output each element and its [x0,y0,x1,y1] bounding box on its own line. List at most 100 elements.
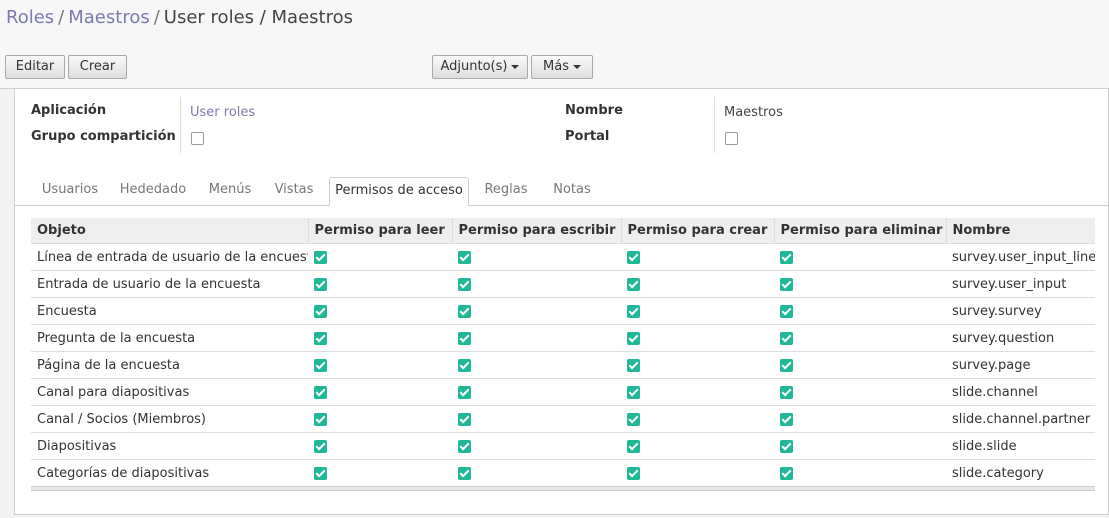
table-row[interactable]: Pregunta de la encuesta survey.question [31,324,1095,352]
delete-checkbox-cell [774,351,946,379]
object-cell: Pregunta de la encuesta [31,324,308,352]
read-checkbox-cell [308,459,452,487]
name-value: Maestros [724,105,783,120]
attachments-label: Adjunto(s) [440,59,508,74]
create-checkbox-cell [621,351,774,379]
breadcrumb-maestros[interactable]: Maestros [68,7,149,28]
check-icon[interactable] [780,439,793,453]
check-icon[interactable] [314,250,327,264]
object-cell: Diapositivas [31,432,308,460]
check-icon[interactable] [458,439,471,453]
table-row[interactable]: Categorías de diapositivas slide.category [31,459,1095,487]
tabs-divider [15,205,1108,206]
attachments-dropdown[interactable]: Adjunto(s) [432,55,528,79]
read-checkbox-cell [308,432,452,460]
tab-reglas[interactable]: Reglas [478,177,534,205]
check-icon[interactable] [314,439,327,453]
table-header-row: Objeto Permiso para leer Permiso para es… [31,218,1095,244]
check-icon[interactable] [627,331,640,345]
create-checkbox-cell [621,459,774,487]
name-cell: survey.user_input [946,270,1095,298]
read-checkbox-cell [308,270,452,298]
check-icon[interactable] [458,331,471,345]
create-button[interactable]: Crear [68,55,127,79]
caret-down-icon [511,64,520,69]
object-cell: Entrada de usuario de la encuesta [31,270,308,298]
table-row[interactable]: Entrada de usuario de la encuesta survey.… [31,270,1095,298]
tab-menus[interactable]: Menús [201,177,259,205]
check-icon[interactable] [627,304,640,318]
check-icon[interactable] [314,358,327,372]
tab-hededado[interactable]: Hededado [113,177,193,205]
column-header-delete[interactable]: Permiso para eliminar [774,218,947,244]
check-icon[interactable] [314,466,327,480]
column-header-read[interactable]: Permiso para leer [308,218,453,244]
create-checkbox-cell [621,378,774,406]
check-icon[interactable] [780,304,793,318]
form-sheet: Aplicación Grupo compartición User roles… [14,89,1109,515]
check-icon[interactable] [780,466,793,480]
write-checkbox-cell [452,432,621,460]
check-icon[interactable] [458,277,471,291]
object-cell: Página de la encuesta [31,351,308,379]
column-header-create[interactable]: Permiso para crear [621,218,775,244]
column-header-object[interactable]: Objeto [31,218,309,244]
delete-checkbox-cell [774,324,946,352]
delete-checkbox-cell [774,432,946,460]
check-icon[interactable] [780,331,793,345]
write-checkbox-cell [452,324,621,352]
check-icon[interactable] [780,385,793,399]
check-icon[interactable] [780,277,793,291]
check-icon[interactable] [458,304,471,318]
share-group-checkbox[interactable] [191,132,204,145]
check-icon[interactable] [780,250,793,264]
tab-notas[interactable]: Notas [546,177,598,205]
tab-access-permissions[interactable]: Permisos de acceso [329,177,469,206]
check-icon[interactable] [458,412,471,426]
tab-vistas[interactable]: Vistas [269,177,319,205]
column-header-name[interactable]: Nombre [946,218,1095,244]
table-row[interactable]: Canal / Socios (Miembros) slide.channel.p… [31,405,1095,433]
table-row[interactable]: Encuesta survey.survey [31,297,1095,325]
table-row[interactable]: Canal para diapositivas slide.channel [31,378,1095,406]
write-checkbox-cell [452,459,621,487]
check-icon[interactable] [627,439,640,453]
name-cell: slide.channel [946,378,1095,406]
object-cell: Canal / Socios (Miembros) [31,405,308,433]
check-icon[interactable] [627,385,640,399]
check-icon[interactable] [780,412,793,426]
name-cell: survey.user_input_line [946,243,1095,271]
application-value[interactable]: User roles [190,105,255,120]
column-header-write[interactable]: Permiso para escribir [452,218,622,244]
check-icon[interactable] [627,412,640,426]
breadcrumb-roles[interactable]: Roles [6,7,54,28]
check-icon[interactable] [627,277,640,291]
check-icon[interactable] [780,358,793,372]
check-icon[interactable] [627,466,640,480]
table-row[interactable]: Línea de entrada de usuario de la encues… [31,243,1095,271]
table-row[interactable]: Diapositivas slide.slide [31,432,1095,460]
check-icon[interactable] [458,250,471,264]
check-icon[interactable] [458,466,471,480]
check-icon[interactable] [314,385,327,399]
portal-checkbox[interactable] [725,132,738,145]
create-checkbox-cell [621,243,774,271]
tab-usuarios[interactable]: Usuarios [32,177,108,205]
check-icon[interactable] [627,358,640,372]
create-checkbox-cell [621,270,774,298]
check-icon[interactable] [458,385,471,399]
write-checkbox-cell [452,405,621,433]
edit-button[interactable]: Editar [5,55,65,79]
caret-down-icon [572,64,581,69]
object-cell: Encuesta [31,297,308,325]
more-dropdown[interactable]: Más [531,55,593,79]
check-icon[interactable] [314,331,327,345]
check-icon[interactable] [314,304,327,318]
check-icon[interactable] [458,358,471,372]
create-checkbox-cell [621,432,774,460]
check-icon[interactable] [627,250,640,264]
check-icon[interactable] [314,277,327,291]
write-checkbox-cell [452,243,621,271]
table-row[interactable]: Página de la encuesta survey.page [31,351,1095,379]
check-icon[interactable] [314,412,327,426]
